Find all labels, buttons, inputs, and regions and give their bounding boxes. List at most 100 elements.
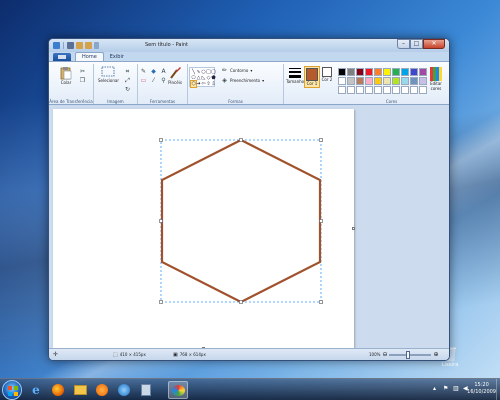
color-swatch[interactable]	[347, 68, 355, 76]
paste-button[interactable]: Colar	[59, 66, 73, 85]
size-button[interactable]: Tamanho	[286, 67, 304, 84]
paint-app-icon[interactable]	[53, 42, 60, 49]
color2-button[interactable]: Cor 2	[321, 67, 333, 82]
zoom-out-icon[interactable]: ⊖	[382, 351, 387, 358]
crop-icon[interactable]: ⌗	[124, 68, 131, 75]
taskbar-windows-live[interactable]	[114, 381, 134, 399]
resize-handle[interactable]	[319, 219, 323, 223]
color-swatch[interactable]	[374, 77, 382, 85]
minimize-button[interactable]: –	[397, 39, 410, 49]
close-button[interactable]: ✕	[423, 39, 445, 49]
color-swatch[interactable]	[338, 86, 346, 94]
color-swatch[interactable]	[419, 68, 427, 76]
taskbar-explorer[interactable]	[70, 381, 90, 399]
color-swatch[interactable]	[338, 68, 346, 76]
resize-handle[interactable]	[319, 138, 323, 142]
zoom-slider-thumb[interactable]	[406, 350, 411, 359]
brushes-button[interactable]: Pincéis	[168, 66, 182, 85]
resize-handle[interactable]	[239, 300, 243, 304]
color2-swatch	[322, 67, 332, 77]
selection-box[interactable]	[160, 139, 322, 303]
eraser-icon[interactable]: ▭	[140, 77, 147, 84]
color-swatch[interactable]	[383, 77, 391, 85]
color-swatch[interactable]	[392, 86, 400, 94]
color-picker-icon[interactable]: ⁄	[150, 77, 157, 84]
color-swatch[interactable]	[383, 68, 391, 76]
tab-view[interactable]: Exibir	[104, 53, 130, 61]
zoom-slider[interactable]	[389, 350, 432, 359]
color-swatch[interactable]	[347, 77, 355, 85]
taskbar-ie[interactable]: e	[26, 381, 46, 399]
color-swatch[interactable]	[383, 86, 391, 94]
edit-colors-button[interactable]: Editar cores	[428, 67, 444, 91]
color-swatch[interactable]	[365, 77, 373, 85]
network-icon[interactable]: ▥	[453, 385, 460, 392]
zoom-in-icon[interactable]: ⊕	[433, 351, 438, 358]
color-swatch[interactable]	[401, 86, 409, 94]
windows-live-icon	[118, 384, 130, 396]
taskbar-paint[interactable]	[168, 381, 188, 399]
color-swatch[interactable]	[356, 86, 364, 94]
taskbar-media-player[interactable]	[92, 381, 112, 399]
hexagon-shape[interactable]	[160, 138, 322, 304]
paint-menu-button[interactable]	[53, 53, 71, 61]
drawing-canvas[interactable]	[53, 109, 354, 349]
taskbar-calculator[interactable]	[136, 381, 156, 399]
show-hidden-icons-icon[interactable]: ▴	[433, 385, 440, 392]
rotate-icon[interactable]: ↻	[124, 86, 131, 93]
resize-handle[interactable]	[239, 138, 243, 142]
color-swatch[interactable]	[365, 86, 373, 94]
resize-handle[interactable]	[319, 300, 323, 304]
resize-handle[interactable]	[159, 138, 163, 142]
color-swatch[interactable]	[356, 77, 364, 85]
magnifier-icon[interactable]: ⚲	[160, 77, 167, 84]
clock[interactable]: 15:20 16/10/2009	[467, 382, 496, 396]
redo-icon[interactable]	[85, 42, 92, 49]
color-swatch[interactable]	[401, 68, 409, 76]
color2-label: Cor 2	[321, 77, 333, 82]
resize-handle[interactable]	[159, 300, 163, 304]
color-swatch[interactable]	[419, 77, 427, 85]
color-swatch[interactable]	[365, 68, 373, 76]
canvas-resize-handle-right[interactable]	[352, 227, 355, 230]
copy-icon[interactable]: ❐	[79, 77, 86, 84]
color-swatch[interactable]	[356, 68, 364, 76]
text-icon[interactable]: A	[160, 68, 167, 75]
customize-qat-icon[interactable]	[94, 42, 99, 49]
title-bar: Sem título - Paint – □ ✕	[49, 39, 449, 52]
color-swatch[interactable]	[392, 68, 400, 76]
maximize-button[interactable]: □	[410, 39, 423, 49]
color-swatch[interactable]	[410, 77, 418, 85]
start-button[interactable]	[2, 380, 22, 400]
undo-icon[interactable]	[76, 42, 83, 49]
action-center-flag-icon[interactable]: ⚑	[443, 385, 450, 392]
color-swatch[interactable]	[374, 86, 382, 94]
shapes-group-label: Formas	[228, 99, 243, 104]
fill-icon[interactable]: ◆	[150, 68, 157, 75]
outline-dropdown[interactable]: ✏ Contorno ▾	[221, 67, 264, 74]
color-swatch[interactable]	[401, 77, 409, 85]
resize-handle[interactable]	[159, 219, 163, 223]
color-swatch[interactable]	[419, 86, 427, 94]
color-swatch[interactable]	[410, 86, 418, 94]
clock-date: 16/10/2009	[467, 389, 496, 395]
color1-button[interactable]: Cor 1	[304, 66, 320, 88]
taskbar-firefox[interactable]	[48, 381, 68, 399]
arrow-down-shape-icon[interactable]: ⇩	[211, 81, 216, 87]
color-swatch[interactable]	[374, 68, 382, 76]
color-swatch[interactable]	[338, 77, 346, 85]
color-swatch[interactable]	[392, 77, 400, 85]
resize-icon[interactable]: ⤢	[124, 77, 131, 84]
selection-size-text: 410 × 415px	[119, 352, 146, 357]
select-button[interactable]: Selecionar	[98, 66, 119, 83]
cut-icon[interactable]: ✂	[79, 68, 86, 75]
show-desktop-button[interactable]	[496, 379, 500, 400]
canvas-size-icon: ▣	[173, 351, 178, 358]
color-swatch[interactable]	[410, 68, 418, 76]
save-icon[interactable]	[67, 42, 74, 49]
paste-icon	[60, 67, 72, 80]
tab-home[interactable]: Home	[75, 52, 104, 61]
fill-dropdown[interactable]: ◈ Preenchimento ▾	[221, 77, 264, 84]
pencil-icon[interactable]: ✎	[140, 68, 147, 75]
color-swatch[interactable]	[347, 86, 355, 94]
